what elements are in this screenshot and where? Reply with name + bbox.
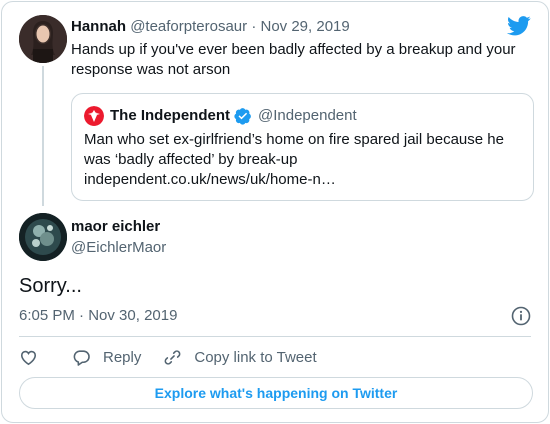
tweet-date: Nov 30, 2019 bbox=[88, 307, 178, 324]
link-icon bbox=[164, 349, 181, 365]
reply-label: Reply bbox=[103, 348, 142, 366]
parent-author-name[interactable]: Hannah bbox=[71, 18, 126, 35]
tweet-embed-card: Hannah @teaforpterosaur · Nov 29, 2019 H… bbox=[1, 1, 549, 423]
quoted-tweet-text: Man who set ex-girlfriend’s home on fire… bbox=[84, 131, 504, 168]
quoted-author-handle[interactable]: @Independent bbox=[258, 106, 357, 126]
like-button[interactable] bbox=[19, 348, 50, 367]
info-icon[interactable] bbox=[511, 306, 531, 326]
copy-link-label: Copy link to Tweet bbox=[194, 348, 317, 366]
actions-divider bbox=[19, 336, 531, 337]
main-author-avatar[interactable] bbox=[19, 213, 67, 261]
main-author-handle[interactable]: @EichlerMaor bbox=[71, 238, 166, 258]
parent-avatar-image bbox=[19, 15, 67, 63]
tweet-timestamp[interactable]: 6:05 PM · Nov 30, 2019 bbox=[19, 306, 177, 326]
parent-tweet-header: Hannah @teaforpterosaur · Nov 29, 2019 bbox=[71, 17, 350, 37]
parent-tweet-text: Hands up if you've ever been badly affec… bbox=[71, 41, 516, 78]
parent-avatar[interactable] bbox=[19, 15, 67, 63]
parent-tweet-date[interactable]: Nov 29, 2019 bbox=[260, 18, 349, 35]
verified-badge-icon bbox=[234, 108, 251, 125]
quoted-author-name[interactable]: The Independent bbox=[110, 106, 230, 126]
main-avatar-image bbox=[19, 213, 67, 261]
reply-bubble-icon bbox=[73, 349, 90, 366]
explore-twitter-button[interactable]: Explore what's happening on Twitter bbox=[19, 377, 533, 409]
header-separator: · bbox=[251, 18, 257, 35]
main-tweet-text: Sorry... bbox=[19, 275, 82, 297]
tweet-actions-bar: Reply Copy link to Tweet bbox=[19, 345, 339, 369]
copy-link-button[interactable]: Copy link to Tweet bbox=[163, 348, 317, 367]
tweet-time: 6:05 PM bbox=[19, 307, 75, 324]
thread-connector-line bbox=[42, 66, 44, 206]
quoted-tweet-body: Man who set ex-girlfriend’s home on fire… bbox=[84, 130, 524, 190]
quoted-tweet-header: The Independent @Independent bbox=[84, 106, 357, 126]
quoted-tweet-card[interactable]: The Independent @Independent Man who set… bbox=[71, 93, 534, 201]
main-author-name[interactable]: maor eichler bbox=[71, 217, 160, 237]
heart-icon bbox=[20, 350, 37, 365]
twitter-bird-icon[interactable] bbox=[507, 16, 531, 36]
meta-separator: · bbox=[79, 307, 85, 324]
parent-author-handle[interactable]: @teaforpterosaur bbox=[130, 18, 247, 35]
independent-logo-icon bbox=[84, 106, 104, 126]
reply-button[interactable]: Reply bbox=[72, 348, 141, 367]
quoted-tweet-link[interactable]: independent.co.uk/news/uk/home-n… bbox=[84, 170, 524, 190]
